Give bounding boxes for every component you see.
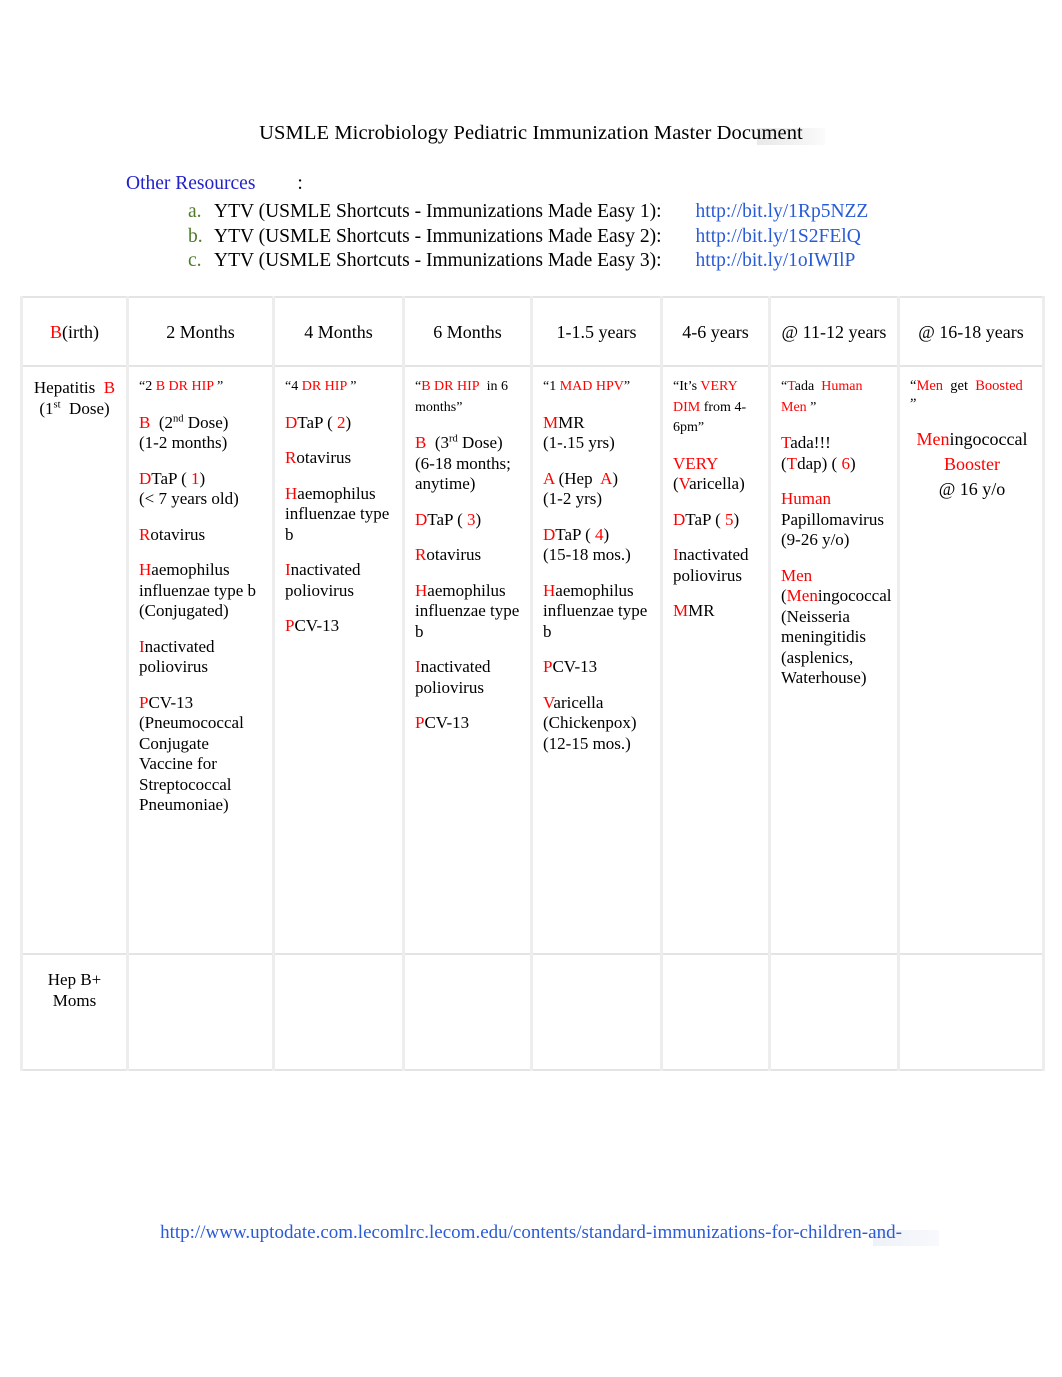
- cell-empty-7: [897, 953, 1045, 1071]
- list-item: c. YTV (USMLE Shortcuts - Immunizations …: [126, 249, 1006, 274]
- vaccine-hib: Haemophilus influenzae type b: [285, 483, 390, 544]
- other-resources-heading: Other Resources:: [126, 173, 1006, 195]
- column-header-2-months: 2 Months: [126, 296, 275, 367]
- document-page: USMLE Microbiology Pediatric Immunizatio…: [0, 0, 1062, 1377]
- vaccine-dtap-3: DTaP ( 3): [415, 509, 482, 529]
- column-header-4-months: 4 Months: [272, 296, 405, 367]
- cell-4-months: “4 DR HIP ” DTaP ( 2) Rotavirus Haemophi…: [272, 365, 405, 955]
- vaccine-hep-a: A (Hep A) (1-2 yrs): [543, 468, 619, 509]
- table-header-row: B(irth) 2 Months 4 Months 6 Months 1-1.5…: [20, 296, 1045, 367]
- cell-2-months: “2 B DR HIP ” B (2nd Dose) (1-2 months) D…: [126, 365, 275, 955]
- column-header-birth: B(irth): [20, 296, 129, 367]
- cell-birth: Hepatitis B (1st Dose): [20, 365, 129, 955]
- resource-link-2[interactable]: http://bit.ly/1S2FElQ: [696, 225, 861, 250]
- vaccine-hib: Haemophilus influenzae type b: [415, 580, 520, 641]
- other-resources-label: Other Resources: [126, 173, 256, 194]
- cell-empty-5: [660, 953, 771, 1071]
- vaccine-varicella-very: VERY (Varicella): [673, 453, 745, 494]
- vaccine-hepatitis-b-dose: (1st Dose): [39, 398, 110, 418]
- list-marker-c: c.: [188, 250, 202, 271]
- other-resources-section: Other Resources: a. YTV (USMLE Shortcuts…: [126, 173, 1006, 274]
- mnemonic-4-6-years: “It’s VERY DIM from 4-6pm”: [673, 379, 747, 435]
- vaccine-meningococcal-booster: Meningococcal Booster @ 16 y/o: [916, 429, 1028, 499]
- other-resources-colon: :: [297, 173, 303, 194]
- resource-link-1[interactable]: http://bit.ly/1Rp5NZZ: [696, 200, 869, 225]
- vaccine-pcv13: PCV-13: [543, 657, 598, 676]
- vaccine-ipv: Inactivated poliovirus: [415, 657, 491, 697]
- cell-6-months: “B DR HIP in 6 months” B (3rd Dose) (6-18…: [402, 365, 533, 955]
- cell-empty-4: [530, 953, 663, 1071]
- column-header-1-1.5-years: 1-1.5 years: [530, 296, 663, 367]
- mnemonic-1-year: “1 MAD HPV”: [543, 379, 631, 394]
- vaccine-dtap-2: DTaP ( 2): [285, 412, 352, 432]
- vaccine-mmr: MMR (1-.15 yrs): [543, 412, 615, 453]
- column-header-16-18-years: @ 16-18 years: [897, 296, 1045, 367]
- table-row: Hepatitis B (1st Dose) “2 B DR HIP ” B (…: [20, 365, 1045, 955]
- vaccine-hib-conjugated: Haemophilus influenzae type b (Conjugate…: [139, 560, 257, 620]
- resource-label-2: YTV (USMLE Shortcuts - Immunizations Mad…: [214, 225, 662, 247]
- list-item: b. YTV (USMLE Shortcuts - Immunizations …: [126, 225, 1006, 250]
- vaccine-hpv: Human Papillomavirus (9-26 y/o): [781, 489, 884, 549]
- cell-empty-3: [402, 953, 533, 1071]
- cell-1-1.5-years: “1 MAD HPV” MMR (1-.15 yrs) A (Hep A) (1-2…: [530, 365, 663, 955]
- mnemonic-16-18-years: “Men get Boosted ”: [910, 378, 1027, 412]
- cell-4-6-years: “It’s VERY DIM from 4-6pm” VERY (Varicell…: [660, 365, 771, 955]
- cell-empty-1: [126, 953, 275, 1071]
- vaccine-rotavirus: Rotavirus: [415, 545, 482, 564]
- column-header-6-months: 6 Months: [402, 296, 533, 367]
- immunization-schedule-table: B(irth) 2 Months 4 Months 6 Months 1-1.5…: [20, 296, 1045, 1071]
- vaccine-dtap-1: DTaP ( 1) (< 7 years old): [139, 468, 239, 509]
- vaccine-meningococcal: Men (Meningococcal (Neisseria meningitidi…: [781, 565, 892, 688]
- mnemonic-11-12-years: “Tada Human Men ”: [781, 379, 863, 415]
- vaccine-tdap-6: Tada!!! (Tdap) ( 6): [781, 433, 856, 473]
- vaccine-pcv13-full: PCV-13 (Pneumococcal Conjugate Vaccine f…: [139, 692, 244, 815]
- vaccine-varicella: Varicella (Chickenpox) (12-15 mos.): [543, 692, 637, 753]
- vaccine-hep-b-2nd: B (2nd Dose) (1-2 months): [139, 412, 229, 453]
- list-item: a. YTV (USMLE Shortcuts - Immunizations …: [126, 200, 1006, 225]
- column-header-11-12-years: @ 11-12 years: [768, 296, 900, 367]
- vaccine-pcv13: PCV-13: [285, 616, 340, 635]
- list-marker-b: b.: [188, 225, 203, 247]
- vaccine-ipv: Inactivated poliovirus: [285, 560, 361, 600]
- vaccine-ipv: Inactivated poliovirus: [139, 636, 215, 677]
- source-url-link[interactable]: http://www.uptodate.com.lecomlrc.lecom.e…: [0, 1222, 1062, 1244]
- vaccine-rotavirus: Rotavirus: [139, 524, 206, 544]
- cell-16-18-years: “Men get Boosted ” Meningococcal Booster @…: [897, 365, 1045, 955]
- vaccine-hepatitis-b: Hepatitis B: [33, 378, 116, 397]
- column-header-4-6-years: 4-6 years: [660, 296, 771, 367]
- cell-empty-2: [272, 953, 405, 1071]
- cell-11-12-years: “Tada Human Men ” Tada!!! (Tdap) ( 6) Hum…: [768, 365, 900, 955]
- resource-label-1: YTV (USMLE Shortcuts - Immunizations Mad…: [214, 201, 662, 222]
- cell-empty-6: [768, 953, 900, 1071]
- mnemonic-2-months: “2 B DR HIP ”: [139, 379, 224, 394]
- vaccine-hep-b-3rd: B (3rd Dose) (6-18 months; anytime): [415, 433, 511, 493]
- mnemonic-6-months: “B DR HIP in 6 months”: [415, 379, 508, 415]
- resource-label-3: YTV (USMLE Shortcuts - Immunizations Mad…: [214, 250, 662, 271]
- vaccine-ipv: Inactivated poliovirus: [673, 545, 749, 585]
- vaccine-pcv13: PCV-13: [415, 713, 470, 732]
- resource-link-3[interactable]: http://bit.ly/1oIWIlP: [696, 249, 856, 274]
- vaccine-dtap-5: DTaP ( 5): [673, 509, 740, 529]
- page-title: USMLE Microbiology Pediatric Immunizatio…: [259, 122, 803, 144]
- mnemonic-4-months: “4 DR HIP ”: [285, 379, 357, 394]
- table-row: Hep B+ Moms: [20, 953, 1045, 1071]
- vaccine-dtap-4: DTaP ( 4) (15-18 mos.): [543, 524, 631, 565]
- vaccine-hib: Haemophilus influenzae type b: [543, 580, 648, 641]
- list-marker-a: a.: [188, 201, 202, 222]
- vaccine-mmr: MMR: [673, 601, 715, 620]
- cell-hep-b-moms: Hep B+ Moms: [20, 953, 129, 1071]
- resource-list: a. YTV (USMLE Shortcuts - Immunizations …: [126, 200, 1006, 274]
- vaccine-rotavirus: Rotavirus: [285, 448, 352, 467]
